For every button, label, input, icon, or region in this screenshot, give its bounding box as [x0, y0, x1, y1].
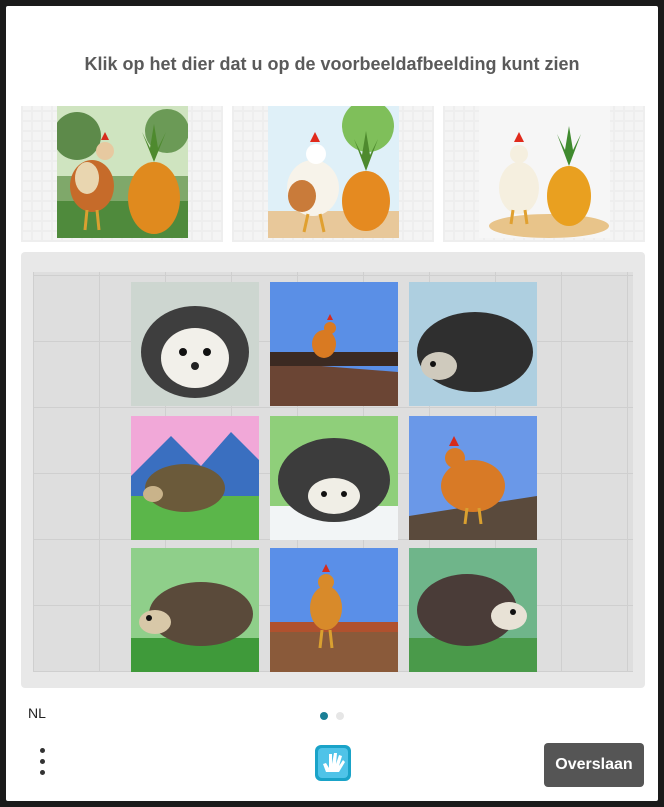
challenge-prompt: Klik op het dier dat u op de voorbeeldaf… — [84, 54, 580, 74]
pagination-dots — [320, 707, 348, 725]
page-dot-1 — [320, 712, 328, 720]
example-image-2 — [232, 106, 434, 242]
grid-cell-4[interactable] — [131, 416, 259, 540]
challenge-grid-panel — [21, 252, 645, 688]
hcaptcha-hand-icon[interactable] — [312, 742, 354, 784]
more-vertical-icon[interactable] — [34, 748, 50, 782]
page-dot-2 — [336, 712, 345, 720]
captcha-window: Klik op het dier dat u op de voorbeeldaf… — [6, 6, 658, 801]
grid-cell-5[interactable] — [270, 416, 398, 540]
language-selector[interactable]: NL — [28, 705, 46, 721]
grid-cell-2[interactable] — [270, 282, 398, 406]
grid-cell-9[interactable] — [409, 548, 537, 672]
example-images — [21, 106, 645, 242]
example-image-3 — [443, 106, 645, 242]
grid-cell-3[interactable] — [409, 282, 537, 406]
grid-cell-8[interactable] — [270, 548, 398, 672]
grid-cell-1[interactable] — [131, 282, 259, 406]
grid-cell-7[interactable] — [131, 548, 259, 672]
example-image-1 — [21, 106, 223, 242]
grid-cell-6[interactable] — [409, 416, 537, 540]
skip-button[interactable]: Overslaan — [544, 743, 644, 787]
